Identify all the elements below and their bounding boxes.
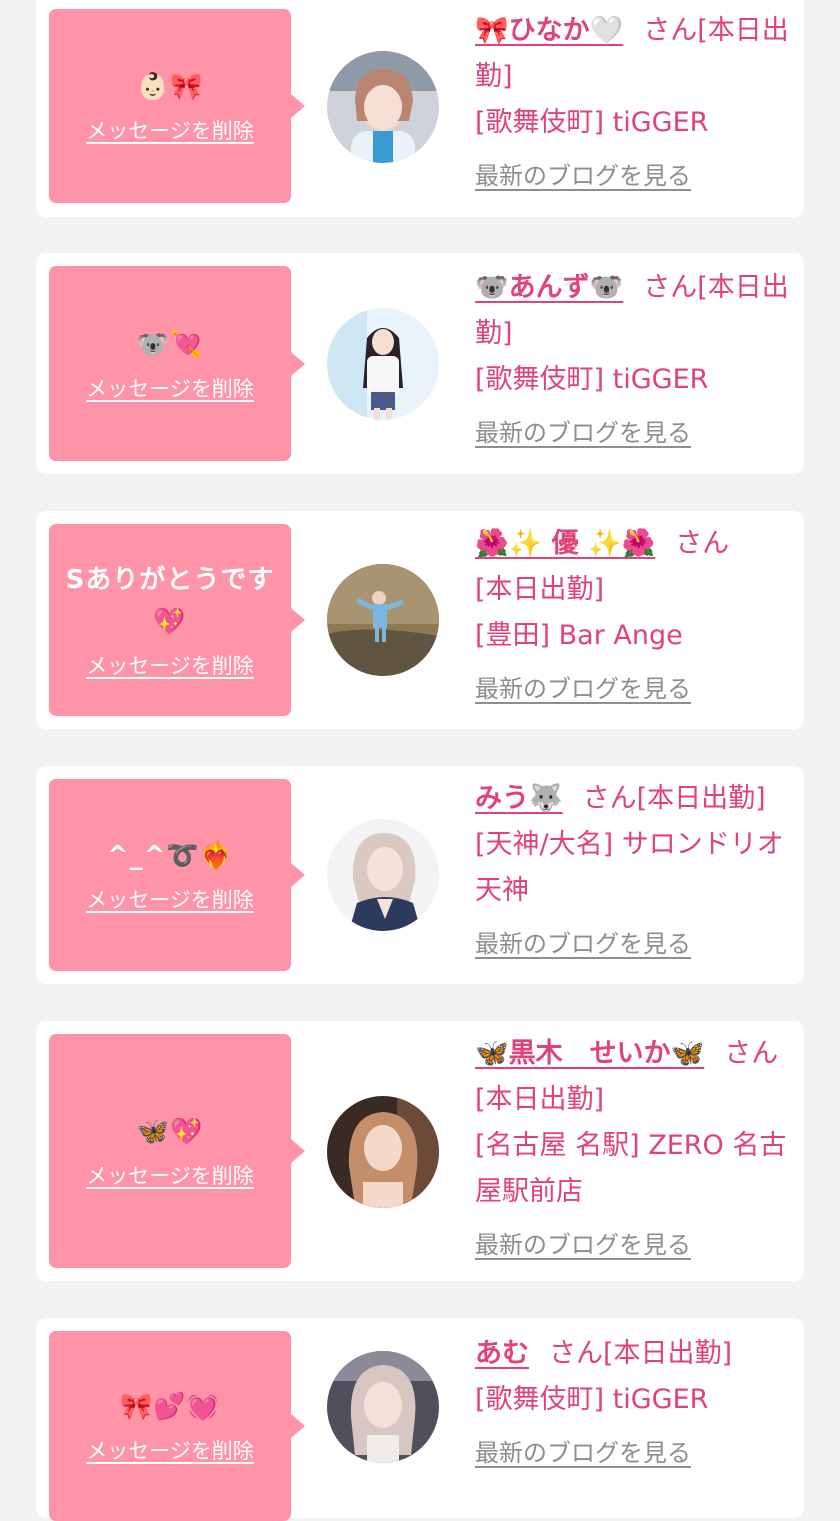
- profile-photo-icon: [327, 51, 439, 163]
- profile-photo-icon: [327, 819, 439, 931]
- latest-blog-link[interactable]: 最新のブログを見る: [475, 1433, 790, 1473]
- cast-info: 🐨あんず🐨 さん[本日出勤] [歌舞伎町] tiGGER 最新のブログを見る: [475, 265, 790, 453]
- message-bubble: 👶🏻🎀 メッセージを削除: [49, 9, 305, 203]
- shop-name: [歌舞伎町] tiGGER: [475, 364, 709, 395]
- avatar[interactable]: [327, 51, 439, 163]
- list-item: ^_^➰❤️‍🔥 メッセージを削除 みう🐺 さん[本日出勤] [天神/大名] サロ…: [36, 766, 804, 984]
- avatar[interactable]: [327, 1351, 439, 1463]
- honorific: さん: [582, 783, 637, 814]
- message-text: 🦋💖: [136, 1117, 204, 1147]
- honorific: さん: [675, 528, 730, 559]
- avatar[interactable]: [327, 1096, 439, 1208]
- message-text: 👶🏻🎀: [136, 72, 204, 102]
- delete-message-link[interactable]: メッセージを削除: [86, 374, 254, 404]
- message-text: 🎀💕💓: [119, 1392, 221, 1422]
- message-bubble: 🎀💕💓 メッセージを削除: [49, 1331, 305, 1521]
- profile-photo-icon: [327, 564, 439, 676]
- shop-name: [名古屋 名駅] ZERO 名古屋駅前店: [475, 1130, 787, 1207]
- cast-info: みう🐺 さん[本日出勤] [天神/大名] サロンドリオ 天神 最新のブログを見る: [475, 776, 790, 964]
- delete-message-link[interactable]: メッセージを削除: [86, 651, 254, 681]
- cast-name-link[interactable]: 🎀ひなか🤍: [475, 15, 623, 46]
- delete-message-link[interactable]: メッセージを削除: [86, 116, 254, 146]
- cast-name-link[interactable]: 🌺✨ 優 ✨🌺: [475, 528, 655, 559]
- status-badge: [本日出勤]: [603, 1338, 733, 1369]
- message-text: 🐨💘: [136, 329, 204, 360]
- status-badge: [本日出勤]: [636, 783, 766, 814]
- honorific: さん: [643, 272, 698, 303]
- cast-info: 🌺✨ 優 ✨🌺 さん [本日出勤] [豊田] Bar Ange 最新のブログを見る: [475, 521, 790, 709]
- delete-message-link[interactable]: メッセージを削除: [86, 1436, 254, 1466]
- latest-blog-link[interactable]: 最新のブログを見る: [475, 669, 790, 709]
- list-item: 👶🏻🎀 メッセージを削除 🎀ひなか🤍 さん[本日出勤] [歌舞伎町] tiGGER…: [36, 0, 804, 217]
- shop-name: [歌舞伎町] tiGGER: [475, 1384, 709, 1415]
- message-bubble: 🦋💖 メッセージを削除: [49, 1034, 305, 1268]
- cast-name-link[interactable]: 🦋黒木 せいか🦋: [475, 1038, 704, 1069]
- shop-name: [歌舞伎町] tiGGER: [475, 107, 709, 138]
- message-list: 👶🏻🎀 メッセージを削除 🎀ひなか🤍 さん[本日出勤] [歌舞伎町] tiGGER…: [0, 0, 840, 1521]
- avatar[interactable]: [327, 308, 439, 420]
- latest-blog-link[interactable]: 最新のブログを見る: [475, 413, 790, 453]
- avatar[interactable]: [327, 819, 439, 931]
- cast-info: 🎀ひなか🤍 さん[本日出勤] [歌舞伎町] tiGGER 最新のブログを見る: [475, 8, 790, 196]
- avatar[interactable]: [327, 564, 439, 676]
- profile-photo-icon: [327, 308, 439, 420]
- honorific: さん: [643, 15, 698, 46]
- shop-name: [豊田] Bar Ange: [475, 620, 683, 651]
- honorific: さん: [549, 1338, 603, 1369]
- honorific: さん: [724, 1038, 779, 1069]
- profile-photo-icon: [327, 1096, 439, 1208]
- message-text: Sありがとうです💖: [65, 565, 275, 637]
- delete-message-link[interactable]: メッセージを削除: [86, 885, 254, 915]
- message-bubble: Sありがとうです💖 メッセージを削除: [49, 524, 305, 716]
- latest-blog-link[interactable]: 最新のブログを見る: [475, 156, 790, 196]
- status-badge: [本日出勤]: [475, 1084, 605, 1115]
- delete-message-link[interactable]: メッセージを削除: [86, 1161, 254, 1191]
- cast-name-link[interactable]: みう🐺: [475, 783, 563, 814]
- status-badge: [本日出勤]: [475, 574, 605, 605]
- list-item: Sありがとうです💖 メッセージを削除 🌺✨ 優 ✨🌺 さん [本日出勤] [豊田]…: [36, 511, 804, 729]
- cast-info: 🦋黒木 せいか🦋 さん [本日出勤] [名古屋 名駅] ZERO 名古屋駅前店 最新…: [475, 1031, 790, 1265]
- cast-info: あむ さん[本日出勤] [歌舞伎町] tiGGER 最新のブログを見る: [475, 1331, 790, 1473]
- shop-name: [天神/大名] サロンドリオ 天神: [475, 829, 784, 906]
- cast-name-link[interactable]: 🐨あんず🐨: [475, 272, 623, 303]
- profile-photo-icon: [327, 1351, 439, 1463]
- cast-name-link[interactable]: あむ: [475, 1338, 529, 1369]
- latest-blog-link[interactable]: 最新のブログを見る: [475, 924, 790, 964]
- message-text: ^_^➰❤️‍🔥: [106, 841, 234, 871]
- list-item: 🐨💘 メッセージを削除 🐨あんず🐨 さん[本日出勤] [歌舞伎町] tiGGER …: [36, 253, 804, 474]
- latest-blog-link[interactable]: 最新のブログを見る: [475, 1225, 790, 1265]
- list-item: 🎀💕💓 メッセージを削除 あむ さん[本日出勤] [歌舞伎町] tiGGER 最新…: [36, 1318, 804, 1521]
- message-bubble: ^_^➰❤️‍🔥 メッセージを削除: [49, 779, 305, 971]
- message-bubble: 🐨💘 メッセージを削除: [49, 266, 305, 461]
- list-item: 🦋💖 メッセージを削除 🦋黒木 せいか🦋 さん [本日出勤] [名古屋 名駅] ZE…: [36, 1021, 804, 1281]
